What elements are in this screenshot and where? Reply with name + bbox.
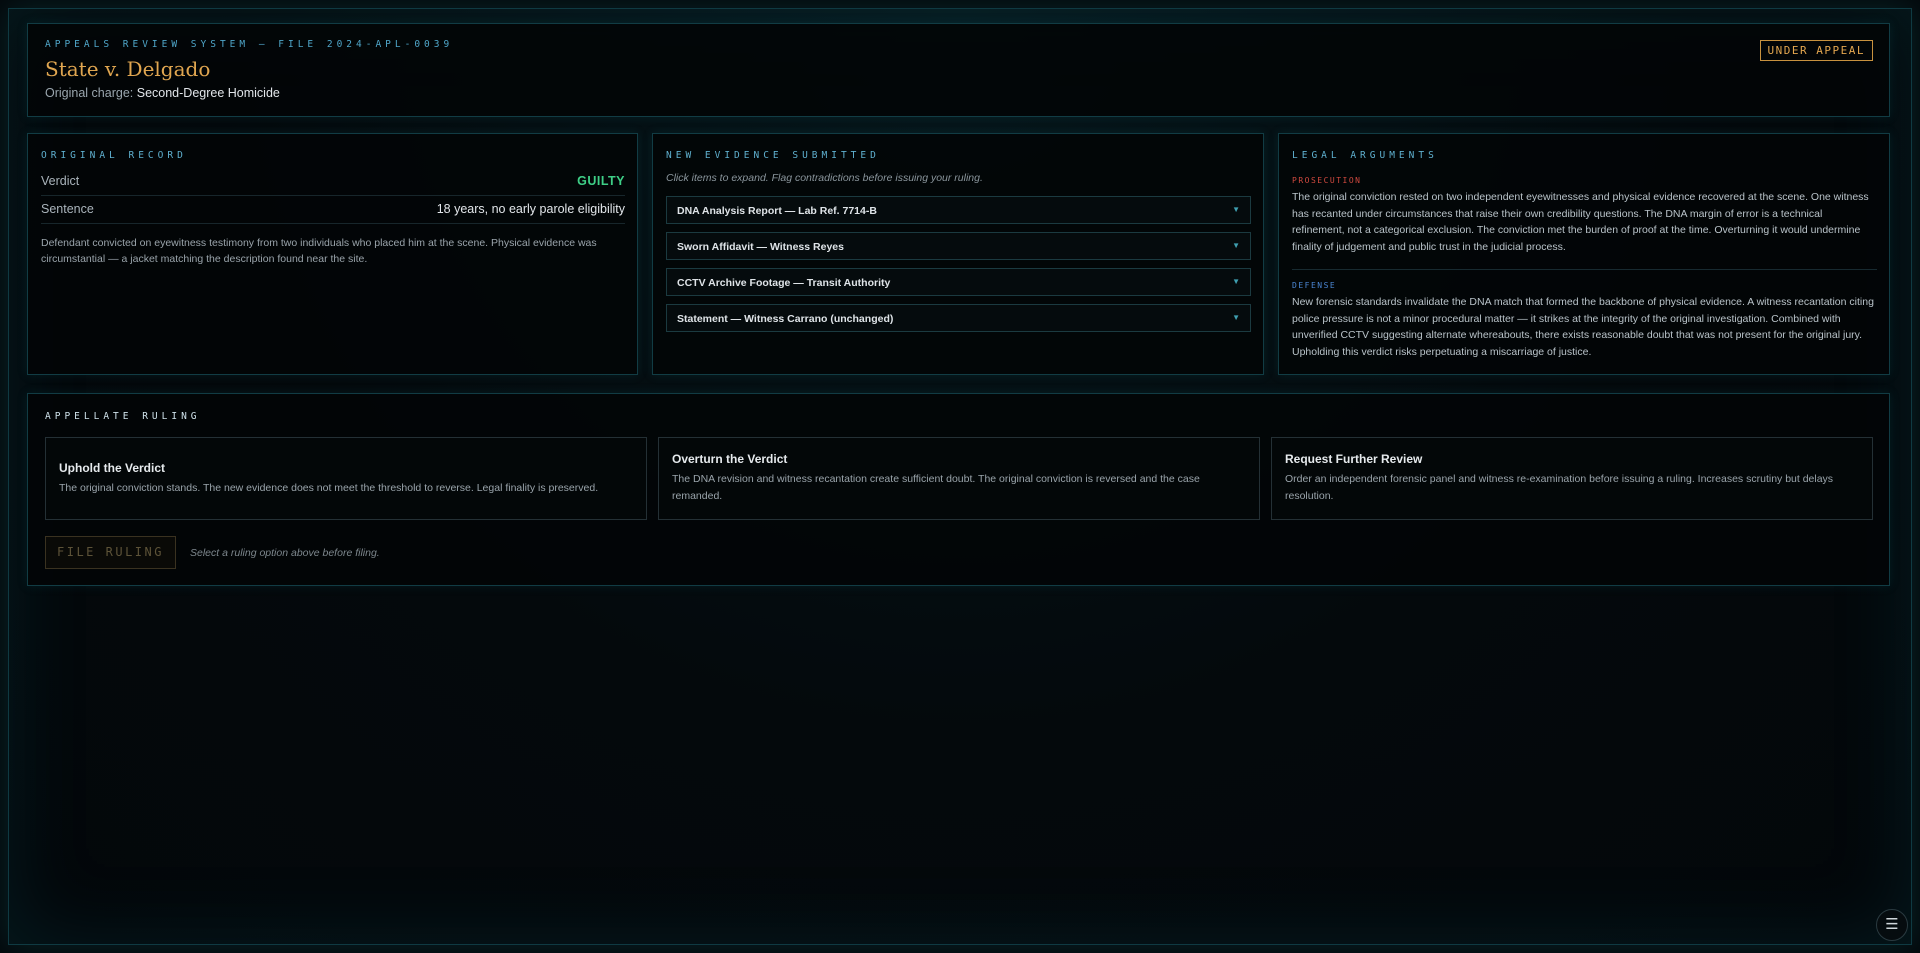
- divider: [1292, 269, 1877, 270]
- chevron-down-icon: ▼: [1232, 277, 1240, 286]
- sentence-row: Sentence 18 years, no early parole eligi…: [41, 197, 625, 224]
- panel-title: NEW EVIDENCE SUBMITTED: [666, 150, 880, 161]
- evidence-item-cctv-footage[interactable]: CCTV Archive Footage — Transit Authority…: [666, 268, 1251, 296]
- panel-title: ORIGINAL RECORD: [41, 150, 187, 161]
- option-uphold-verdict[interactable]: Uphold the Verdict The original convicti…: [45, 437, 647, 520]
- verdict-label: Verdict: [41, 174, 80, 188]
- charge-label: Original charge:: [45, 86, 134, 100]
- option-description: The original conviction stands. The new …: [59, 482, 599, 494]
- prosecution-argument: The original conviction rested on two in…: [1292, 191, 1869, 253]
- status-badge: UNDER APPEAL: [1759, 40, 1873, 61]
- case-title: State v. Delgado: [45, 57, 211, 81]
- menu-icon[interactable]: ☰: [1876, 909, 1908, 941]
- defense-argument: New forensic standards invalidate the DN…: [1292, 296, 1874, 358]
- option-description: Order an independent forensic panel and …: [1285, 473, 1834, 502]
- evidence-item-statement-carrano[interactable]: Statement — Witness Carrano (unchanged) …: [666, 304, 1251, 332]
- option-request-further-review[interactable]: Request Further Review Order an independ…: [1271, 437, 1873, 520]
- defense-label: DEFENSE: [1292, 281, 1337, 290]
- chevron-down-icon: ▼: [1232, 205, 1240, 214]
- original-record-panel: ORIGINAL RECORD Verdict GUILTY Sentence …: [27, 133, 638, 375]
- evidence-item-label: DNA Analysis Report — Lab Ref. 7714-B: [677, 205, 877, 217]
- evidence-item-label: Statement — Witness Carrano (unchanged): [677, 313, 894, 325]
- panel-title: LEGAL ARGUMENTS: [1292, 150, 1438, 161]
- file-ruling-button[interactable]: FILE RULING: [45, 536, 176, 569]
- record-summary: Defendant convicted on eyewitness testim…: [41, 237, 597, 265]
- option-overturn-verdict[interactable]: Overturn the Verdict The DNA revision an…: [658, 437, 1260, 520]
- panel-title: APPELLATE RULING: [45, 411, 201, 422]
- charge-value: Second-Degree Homicide: [136, 86, 280, 100]
- verdict-row: Verdict GUILTY: [41, 169, 625, 196]
- prosecution-label: PROSECUTION: [1292, 176, 1362, 185]
- evidence-item-label: Sworn Affidavit — Witness Reyes: [677, 241, 844, 253]
- option-title: Uphold the Verdict: [59, 461, 166, 475]
- chevron-down-icon: ▼: [1232, 313, 1240, 322]
- sentence-value: 18 years, no early parole eligibility: [436, 202, 625, 216]
- appellate-ruling-panel: APPELLATE RULING Uphold the Verdict The …: [27, 393, 1890, 586]
- verdict-value: GUILTY: [577, 174, 625, 188]
- option-title: Request Further Review: [1285, 452, 1423, 466]
- evidence-hint: Click items to expand. Flag contradictio…: [666, 172, 983, 184]
- chevron-down-icon: ▼: [1232, 241, 1240, 250]
- sentence-label: Sentence: [41, 202, 94, 216]
- evidence-item-label: CCTV Archive Footage — Transit Authority: [677, 277, 891, 289]
- case-header: APPEALS REVIEW SYSTEM — FILE 2024-APL-00…: [27, 23, 1890, 117]
- new-evidence-panel: NEW EVIDENCE SUBMITTED Click items to ex…: [652, 133, 1264, 375]
- legal-arguments-panel: LEGAL ARGUMENTS PROSECUTION The original…: [1278, 133, 1890, 375]
- original-charge: Original charge: Second-Degree Homicide: [45, 86, 280, 100]
- option-description: The DNA revision and witness recantation…: [672, 473, 1200, 502]
- file-ruling-hint: Select a ruling option above before fili…: [190, 547, 380, 559]
- option-title: Overturn the Verdict: [672, 452, 788, 466]
- evidence-item-dna-report[interactable]: DNA Analysis Report — Lab Ref. 7714-B ▼: [666, 196, 1251, 224]
- evidence-item-affidavit-reyes[interactable]: Sworn Affidavit — Witness Reyes ▼: [666, 232, 1251, 260]
- system-file-label: APPEALS REVIEW SYSTEM — FILE 2024-APL-00…: [45, 39, 454, 50]
